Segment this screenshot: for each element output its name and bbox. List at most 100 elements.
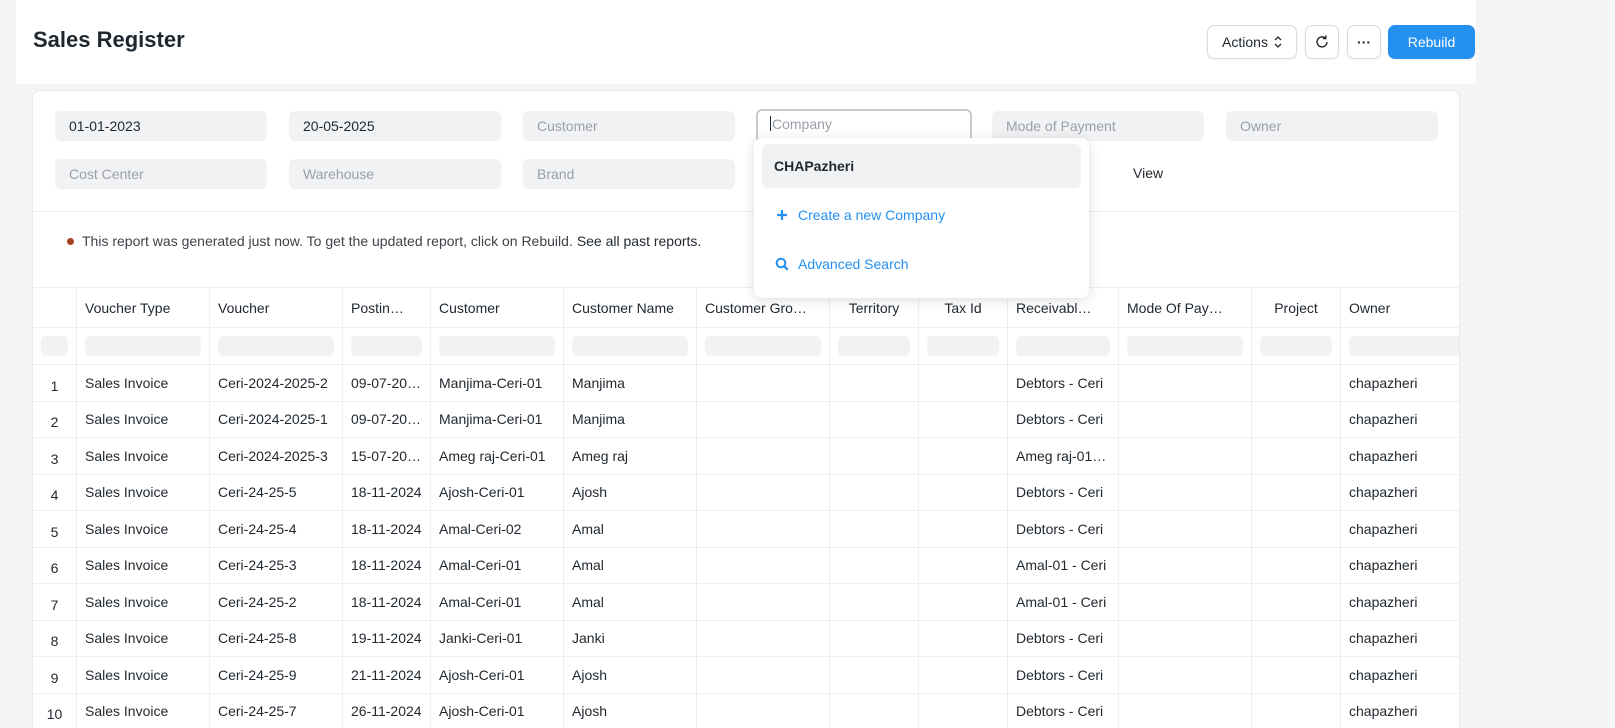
cell-customer[interactable]: Ajosh-Ceri-01 bbox=[431, 657, 564, 693]
cell-customer[interactable]: Amal-Ceri-01 bbox=[431, 584, 564, 620]
cell-customer-name[interactable]: Amal bbox=[564, 547, 697, 583]
mode-of-payment-field[interactable]: Mode of Payment bbox=[992, 111, 1204, 141]
cell-receivable-account[interactable]: Debtors - Ceri bbox=[1008, 511, 1119, 547]
table-row[interactable]: 6 Sales Invoice Ceri-24-25-3 18-11-2024 Amal… bbox=[33, 547, 1459, 584]
cell-posting-date[interactable]: 18-11-2024 bbox=[343, 511, 431, 547]
cell-receivable-account[interactable]: Debtors - Ceri bbox=[1008, 620, 1119, 656]
cell-customer[interactable]: Ajosh-Ceri-01 bbox=[431, 474, 564, 510]
cell-receivable-account[interactable]: Debtors - Ceri bbox=[1008, 474, 1119, 510]
cell-mode-of-payment[interactable] bbox=[1119, 547, 1252, 583]
cell-owner[interactable]: chapazheri bbox=[1341, 657, 1459, 693]
brand-field[interactable]: Brand bbox=[523, 159, 735, 189]
cell-posting-date[interactable]: 15-07-20… bbox=[343, 438, 431, 474]
cell-mode-of-payment[interactable] bbox=[1119, 474, 1252, 510]
cell-owner[interactable]: chapazheri bbox=[1341, 548, 1459, 584]
cell-voucher-type[interactable]: Sales Invoice bbox=[77, 438, 210, 474]
cell-voucher-type[interactable]: Sales Invoice bbox=[77, 511, 210, 547]
cell-customer-name[interactable]: Amal bbox=[564, 511, 697, 547]
cell-mode-of-payment[interactable] bbox=[1119, 657, 1252, 693]
cell-voucher[interactable]: Ceri-24-25-5 bbox=[210, 474, 343, 510]
cell-posting-date[interactable]: 18-11-2024 bbox=[343, 474, 431, 510]
cell-territory[interactable] bbox=[830, 438, 919, 474]
cell-tax-id[interactable] bbox=[919, 401, 1008, 437]
cell-customer[interactable]: Ameg raj-Ceri-01 bbox=[431, 438, 564, 474]
owner-field[interactable]: Owner bbox=[1226, 111, 1438, 141]
cell-voucher[interactable]: Ceri-24-25-3 bbox=[210, 547, 343, 583]
column-filter-input[interactable] bbox=[705, 336, 821, 356]
cell-customer-name[interactable]: Amal bbox=[564, 584, 697, 620]
column-header-project[interactable]: Project bbox=[1252, 288, 1341, 327]
cell-voucher-type[interactable]: Sales Invoice bbox=[77, 365, 210, 401]
cell-customer-name[interactable]: Ajosh bbox=[564, 693, 697, 728]
cell-customer[interactable]: Manjima-Ceri-01 bbox=[431, 365, 564, 401]
advanced-search-option[interactable]: Advanced Search bbox=[762, 242, 1081, 286]
cell-mode-of-payment[interactable] bbox=[1119, 401, 1252, 437]
cost-center-field[interactable]: Cost Center bbox=[55, 159, 267, 189]
cell-voucher-type[interactable]: Sales Invoice bbox=[77, 584, 210, 620]
cell-customer-group[interactable] bbox=[697, 474, 830, 510]
table-row[interactable]: 10 Sales Invoice Ceri-24-25-7 26-11-2024 Ajo… bbox=[33, 693, 1459, 728]
cell-project[interactable] bbox=[1252, 438, 1341, 474]
table-row[interactable]: 2 Sales Invoice Ceri-2024-2025-1 09-07-20… M… bbox=[33, 401, 1459, 438]
cell-voucher-type[interactable]: Sales Invoice bbox=[77, 620, 210, 656]
cell-project[interactable] bbox=[1252, 474, 1341, 510]
cell-tax-id[interactable] bbox=[919, 438, 1008, 474]
cell-tax-id[interactable] bbox=[919, 365, 1008, 401]
cell-customer[interactable]: Amal-Ceri-02 bbox=[431, 511, 564, 547]
table-row[interactable]: 8 Sales Invoice Ceri-24-25-8 19-11-2024 Jank… bbox=[33, 620, 1459, 657]
actions-button[interactable]: Actions bbox=[1207, 25, 1297, 59]
cell-customer-group[interactable] bbox=[697, 657, 830, 693]
cell-project[interactable] bbox=[1252, 547, 1341, 583]
from-date-field[interactable]: 01-01-2023 bbox=[55, 111, 267, 141]
cell-voucher[interactable]: Ceri-24-25-4 bbox=[210, 511, 343, 547]
cell-tax-id[interactable] bbox=[919, 693, 1008, 728]
cell-tax-id[interactable] bbox=[919, 657, 1008, 693]
cell-customer-name[interactable]: Janki bbox=[564, 620, 697, 656]
cell-customer-group[interactable] bbox=[697, 365, 830, 401]
cell-receivable-account[interactable]: Debtors - Ceri bbox=[1008, 657, 1119, 693]
dropdown-option-company[interactable]: CHAPazheri bbox=[762, 144, 1081, 188]
more-options-button[interactable]: ··· bbox=[1347, 25, 1381, 59]
cell-territory[interactable] bbox=[830, 620, 919, 656]
cell-tax-id[interactable] bbox=[919, 584, 1008, 620]
cell-voucher[interactable]: Ceri-24-25-9 bbox=[210, 657, 343, 693]
cell-owner[interactable]: chapazheri bbox=[1341, 475, 1459, 511]
cell-customer-group[interactable] bbox=[697, 547, 830, 583]
cell-customer-group[interactable] bbox=[697, 438, 830, 474]
cell-customer-name[interactable]: Ameg raj bbox=[564, 438, 697, 474]
cell-voucher-type[interactable]: Sales Invoice bbox=[77, 474, 210, 510]
table-row[interactable]: 3 Sales Invoice Ceri-2024-2025-3 15-07-20… A… bbox=[33, 438, 1459, 475]
cell-receivable-account[interactable]: Ameg raj-01… bbox=[1008, 438, 1119, 474]
cell-project[interactable] bbox=[1252, 511, 1341, 547]
cell-tax-id[interactable] bbox=[919, 620, 1008, 656]
table-row[interactable]: 4 Sales Invoice Ceri-24-25-5 18-11-2024 Ajos… bbox=[33, 474, 1459, 511]
cell-mode-of-payment[interactable] bbox=[1119, 438, 1252, 474]
view-label[interactable]: View bbox=[1133, 165, 1163, 181]
cell-voucher[interactable]: Ceri-24-25-7 bbox=[210, 693, 343, 728]
cell-mode-of-payment[interactable] bbox=[1119, 693, 1252, 728]
column-filter-input[interactable] bbox=[1127, 336, 1243, 356]
cell-territory[interactable] bbox=[830, 365, 919, 401]
cell-project[interactable] bbox=[1252, 693, 1341, 728]
cell-customer-name[interactable]: Ajosh bbox=[564, 657, 697, 693]
cell-customer-group[interactable] bbox=[697, 693, 830, 728]
cell-project[interactable] bbox=[1252, 584, 1341, 620]
cell-receivable-account[interactable]: Amal-01 - Ceri bbox=[1008, 547, 1119, 583]
cell-voucher[interactable]: Ceri-2024-2025-1 bbox=[210, 401, 343, 437]
table-row[interactable]: 1 Sales Invoice Ceri-2024-2025-2 09-07-20… M… bbox=[33, 365, 1459, 402]
cell-customer-group[interactable] bbox=[697, 401, 830, 437]
cell-posting-date[interactable]: 21-11-2024 bbox=[343, 657, 431, 693]
cell-tax-id[interactable] bbox=[919, 511, 1008, 547]
cell-posting-date[interactable]: 26-11-2024 bbox=[343, 693, 431, 728]
column-filter-input[interactable] bbox=[838, 336, 910, 356]
cell-tax-id[interactable] bbox=[919, 547, 1008, 583]
cell-posting-date[interactable]: 18-11-2024 bbox=[343, 547, 431, 583]
cell-voucher-type[interactable]: Sales Invoice bbox=[77, 547, 210, 583]
cell-posting-date[interactable]: 09-07-20… bbox=[343, 401, 431, 437]
column-filter-input[interactable] bbox=[85, 336, 201, 356]
cell-customer[interactable]: Manjima-Ceri-01 bbox=[431, 401, 564, 437]
column-filter-input[interactable] bbox=[572, 336, 688, 356]
cell-territory[interactable] bbox=[830, 547, 919, 583]
cell-customer-group[interactable] bbox=[697, 584, 830, 620]
column-header-posting-date[interactable]: Postin… bbox=[343, 288, 431, 327]
